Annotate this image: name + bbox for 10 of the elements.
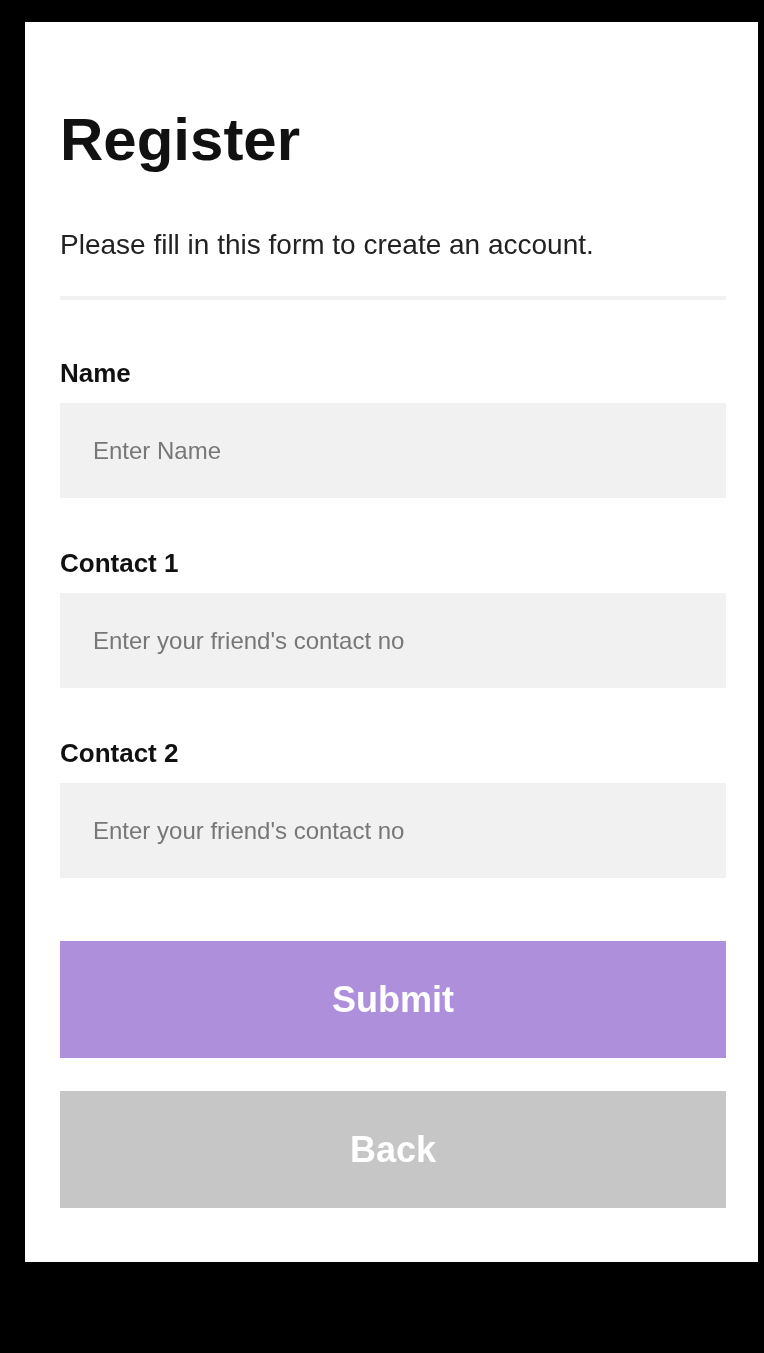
field-label: Name — [60, 358, 132, 388]
page-title: Register — [60, 105, 302, 175]
input-field[interactable]: Enter Name — [60, 403, 726, 498]
input-field[interactable]: Enter your friend's contact no — [60, 783, 726, 878]
field-label: Contact 1 — [60, 548, 180, 578]
form-subtitle: Please fill in this form to create an account. — [60, 228, 595, 262]
submit-button[interactable]: Submit — [60, 941, 726, 1058]
back-button[interactable]: Back — [60, 1091, 726, 1208]
field-label: Contact 2 — [60, 738, 180, 768]
input-field[interactable]: Enter your friend's contact no — [60, 593, 726, 688]
